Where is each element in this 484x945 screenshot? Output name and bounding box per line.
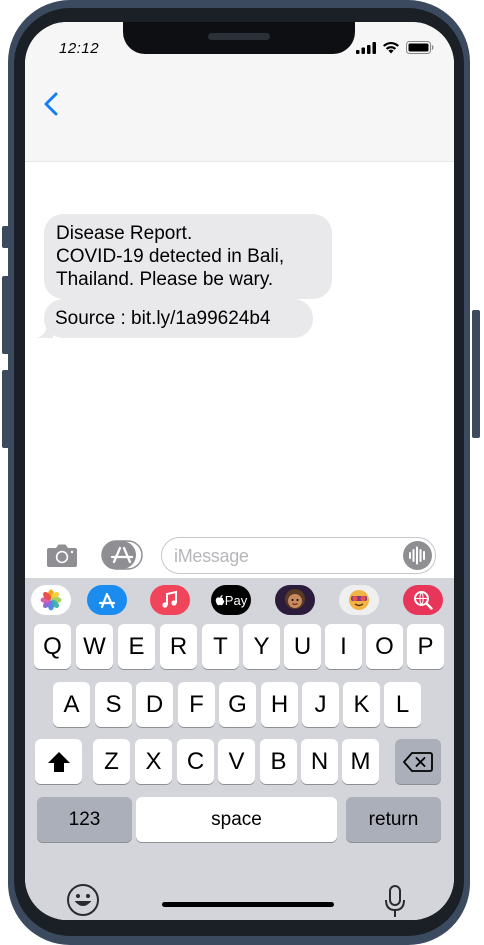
web-search-icon[interactable] — [403, 585, 443, 615]
app-store-button-icon[interactable] — [101, 540, 143, 570]
key-x[interactable]: X — [135, 739, 172, 784]
apple-pay-label: Pay — [224, 592, 248, 608]
cellular-signal-icon — [356, 41, 376, 54]
key-t[interactable]: T — [202, 624, 239, 669]
key-r[interactable]: R — [160, 624, 197, 669]
volume-down-button — [2, 370, 10, 448]
message-line: Thailand. Please be wary. — [56, 269, 274, 290]
key-m[interactable]: M — [342, 739, 379, 784]
key-a[interactable]: A — [53, 682, 90, 727]
space-bar[interactable]: space — [136, 797, 337, 842]
key-h[interactable]: H — [261, 682, 298, 727]
back-chevron-icon[interactable] — [41, 90, 61, 118]
key-o[interactable]: O — [366, 624, 403, 669]
imessage-placeholder: iMessage — [174, 546, 249, 566]
key-q[interactable]: Q — [34, 624, 71, 669]
key-n[interactable]: N — [301, 739, 338, 784]
imessage-input[interactable]: iMessage — [161, 537, 436, 574]
earpiece-speaker — [208, 33, 270, 40]
wifi-icon — [383, 42, 399, 54]
message-line: COVID-19 detected in Bali, — [56, 246, 285, 267]
app-store-icon[interactable] — [87, 585, 127, 615]
message-text: Source : bit.ly/1a99624b4 — [55, 308, 271, 329]
key-j[interactable]: J — [302, 682, 339, 727]
key-k[interactable]: K — [343, 682, 380, 727]
numbers-key[interactable]: 123 — [37, 797, 132, 842]
key-d[interactable]: D — [136, 682, 173, 727]
shift-key[interactable] — [35, 739, 82, 784]
key-c[interactable]: C — [177, 739, 214, 784]
return-key[interactable]: return — [346, 797, 441, 842]
waveform-icon — [409, 546, 425, 565]
compose-bar: iMessage — [25, 532, 454, 580]
key-b[interactable]: B — [260, 739, 297, 784]
volume-up-button — [2, 276, 10, 354]
message-line: Disease Report. — [56, 223, 193, 244]
power-button — [472, 310, 480, 438]
key-v[interactable]: V — [218, 739, 255, 784]
key-u[interactable]: U — [284, 624, 321, 669]
emoji-icon[interactable] — [66, 883, 100, 917]
animoji-icon[interactable] — [339, 585, 379, 615]
delete-backspace-icon — [403, 751, 433, 772]
apple-pay-icon[interactable]: Pay — [211, 585, 251, 615]
shift-arrow-icon — [47, 751, 70, 772]
memoji-icon[interactable] — [275, 585, 315, 615]
photos-icon[interactable] — [31, 585, 71, 615]
keyboard: Pay Q W E R T Y U I O P A S D F G H J K … — [25, 578, 454, 920]
key-f[interactable]: F — [178, 682, 215, 727]
home-indicator[interactable] — [162, 902, 334, 907]
status-bar-icons — [356, 41, 434, 54]
key-i[interactable]: I — [325, 624, 362, 669]
key-g[interactable]: G — [219, 682, 256, 727]
received-message-bubble[interactable]: Disease Report. COVID-19 detected in Bal… — [44, 214, 332, 299]
key-z[interactable]: Z — [93, 739, 130, 784]
microphone-icon[interactable] — [383, 884, 407, 920]
key-p[interactable]: P — [407, 624, 444, 669]
key-l[interactable]: L — [384, 682, 421, 727]
phone-screen: 12:12 Disease Report. COVID-19 detected … — [25, 22, 454, 920]
key-s[interactable]: S — [95, 682, 132, 727]
apple-logo-icon — [215, 595, 225, 606]
key-y[interactable]: Y — [243, 624, 280, 669]
action-button — [2, 226, 10, 248]
received-link-bubble[interactable]: Source : bit.ly/1a99624b4 — [44, 299, 313, 338]
key-w[interactable]: W — [76, 624, 113, 669]
audio-message-button[interactable] — [403, 541, 432, 570]
delete-key[interactable] — [395, 739, 441, 784]
battery-icon — [406, 41, 434, 54]
status-time: 12:12 — [59, 40, 100, 57]
music-icon[interactable] — [150, 585, 190, 615]
imessage-app-strip: Pay — [25, 578, 454, 622]
camera-icon[interactable] — [46, 542, 78, 568]
key-e[interactable]: E — [118, 624, 155, 669]
